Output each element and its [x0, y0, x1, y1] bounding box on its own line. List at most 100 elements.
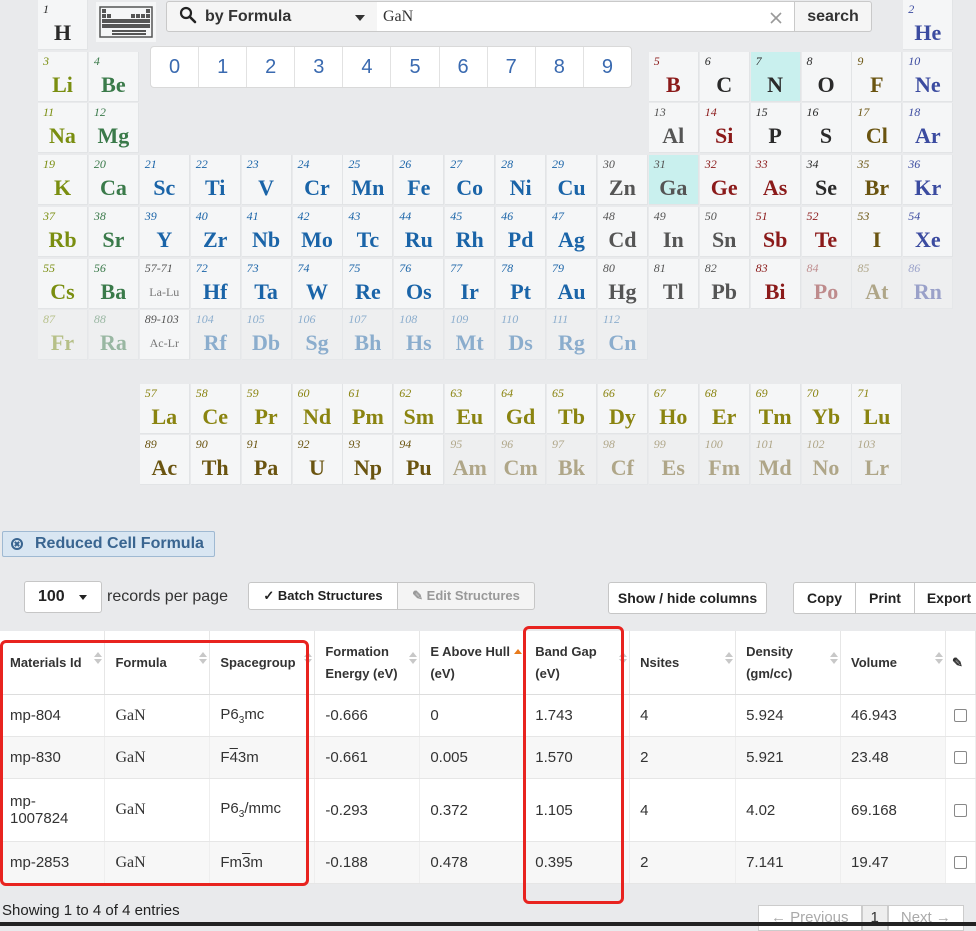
element-os[interactable]: 76 Os — [394, 258, 445, 309]
element-ar[interactable]: 18 Ar — [903, 103, 954, 154]
element-ge[interactable]: 32 Ge — [699, 155, 750, 206]
element-ir[interactable]: 77 Ir — [445, 258, 496, 309]
batch-structures-button[interactable]: ✓ Batch Structures — [248, 582, 398, 610]
show-hide-columns-button[interactable]: Show / hide columns — [608, 582, 767, 614]
cell-materials-id[interactable]: mp-830 — [0, 736, 106, 779]
element-be[interactable]: 4 Be — [88, 51, 139, 102]
element-er[interactable]: 68 Er — [699, 384, 750, 434]
digit-button-3[interactable]: 3 — [295, 47, 344, 87]
element-tc[interactable]: 43 Tc — [343, 206, 394, 257]
element-u[interactable]: 92 U — [292, 435, 343, 485]
previous-page-button[interactable]: ← Previous — [758, 905, 862, 931]
edit-structures-button[interactable]: ✎ Edit Structures — [397, 582, 535, 610]
element-n[interactable]: 7N — [750, 51, 801, 102]
element-rb[interactable]: 37 Rb — [38, 206, 88, 257]
element-sn[interactable]: 50 Sn — [699, 206, 750, 257]
cell-materials-id[interactable]: mp-804 — [0, 694, 106, 737]
row-checkbox[interactable] — [953, 856, 967, 869]
digit-button-1[interactable]: 1 — [199, 47, 248, 87]
element-cd[interactable]: 48 Cd — [597, 206, 648, 257]
table-row[interactable]: mp-2853 GaN Fm3m -0.188 0.478 0.395 2 7.141 19.4… — [0, 841, 976, 884]
element-sg[interactable]: 106 Sg — [292, 310, 343, 361]
element-hs[interactable]: 108 Hs — [394, 310, 445, 361]
print-button[interactable]: Print — [855, 582, 915, 614]
element-c[interactable]: 6C — [699, 51, 750, 102]
element-h[interactable]: 1H — [38, 0, 88, 50]
element-cn[interactable]: 112 Cn — [597, 310, 648, 361]
element-ta[interactable]: 73 Ta — [241, 258, 292, 309]
element-ce[interactable]: 58 Ce — [190, 384, 241, 434]
table-row[interactable]: mp-804 GaN P63mc -0.666 0 1.743 4 5.924 46.943 — [0, 694, 976, 737]
clear-icon[interactable] — [768, 10, 784, 26]
digit-button-7[interactable]: 7 — [488, 47, 536, 87]
element-br[interactable]: 35 Br — [852, 155, 903, 206]
digit-button-6[interactable]: 6 — [440, 47, 488, 87]
element-lu[interactable]: 71 Lu — [852, 384, 903, 434]
table-row[interactable]: mp- 1007824 GaN P63/mmc -0.293 0.372 1.105 4 4.0… — [0, 778, 976, 842]
digit-button-4[interactable]: 4 — [343, 47, 392, 87]
element-hf[interactable]: 72 Hf — [190, 258, 241, 309]
column-header-nsites[interactable]: Nsites — [629, 631, 737, 695]
column-header-spacegroup[interactable]: Spacegroup — [209, 631, 316, 695]
element-p[interactable]: 15 P — [750, 103, 801, 154]
element-ca[interactable]: 20 Ca — [88, 155, 139, 206]
element-pt[interactable]: 78 Pt — [496, 258, 547, 309]
element-cr[interactable]: 24 Cr — [292, 155, 343, 206]
element-co[interactable]: 27 Co — [445, 155, 496, 206]
remove-filter-icon[interactable] — [11, 538, 23, 550]
digit-button-2[interactable]: 2 — [247, 47, 296, 87]
next-page-button[interactable]: Next → — [887, 905, 964, 931]
element-rg[interactable]: 111 Rg — [547, 310, 597, 361]
column-header-band-gap[interactable]: Band Gap (eV) — [524, 631, 631, 695]
element-ag[interactable]: 47 Ag — [547, 206, 597, 257]
search-button[interactable]: search — [794, 1, 872, 32]
element-sc[interactable]: 21 Sc — [139, 155, 190, 206]
element-tl[interactable]: 81 Tl — [648, 258, 699, 309]
element-bk[interactable]: 97 Bk — [547, 435, 597, 485]
element-y[interactable]: 39 Y — [139, 206, 190, 257]
element-ga[interactable]: 31 Ga — [648, 155, 699, 206]
element-rf[interactable]: 104 Rf — [190, 310, 241, 361]
element-am[interactable]: 95 Am — [445, 435, 496, 485]
element-he[interactable]: 2 He — [903, 0, 954, 50]
element-pr[interactable]: 59 Pr — [241, 384, 292, 434]
active-filter-chip[interactable]: Reduced Cell Formula — [2, 531, 215, 557]
element-s[interactable]: 16 S — [801, 103, 852, 154]
column-header-edit[interactable]: ✎ — [945, 631, 976, 695]
element-yb[interactable]: 70 Yb — [801, 384, 852, 434]
element-cs[interactable]: 55 Cs — [38, 258, 88, 309]
row-checkbox[interactable] — [953, 803, 967, 817]
element-la-lu[interactable]: 57-71 La-Lu — [139, 258, 190, 309]
element-sm[interactable]: 62 Sm — [394, 384, 445, 434]
element-la[interactable]: 57 La — [139, 384, 190, 434]
element-mt[interactable]: 109 Mt — [445, 310, 496, 361]
element-nb[interactable]: 41 Nb — [241, 206, 292, 257]
element-rn[interactable]: 86 Rn — [903, 258, 954, 309]
element-mn[interactable]: 25 Mn — [343, 155, 394, 206]
element-in[interactable]: 49 In — [648, 206, 699, 257]
table-row[interactable]: mp-830 GaN F43m -0.661 0.005 1.570 2 5.921 23.48 — [0, 736, 976, 779]
element-ti[interactable]: 22 Ti — [190, 155, 241, 206]
element-fr[interactable]: 87 Fr — [38, 310, 88, 361]
element-kr[interactable]: 36 Kr — [903, 155, 954, 206]
element-cm[interactable]: 96 Cm — [496, 435, 547, 485]
element-k[interactable]: 19 K — [38, 155, 88, 206]
element-ho[interactable]: 67 Ho — [648, 384, 699, 434]
records-per-page-select[interactable]: 100 — [24, 581, 102, 613]
element-b[interactable]: 5B — [648, 51, 699, 102]
element-lr[interactable]: 103 Lr — [852, 435, 903, 485]
column-header-formula[interactable]: Formula — [104, 631, 211, 695]
digit-button-9[interactable]: 9 — [584, 47, 631, 87]
element-ac[interactable]: 89 Ac — [139, 435, 190, 485]
element-mg[interactable]: 12 Mg — [88, 103, 139, 154]
element-md[interactable]: 101 Md — [750, 435, 801, 485]
element-po[interactable]: 84 Po — [801, 258, 852, 309]
element-no[interactable]: 102 No — [801, 435, 852, 485]
element-dy[interactable]: 66 Dy — [597, 384, 648, 434]
element-eu[interactable]: 63 Eu — [445, 384, 496, 434]
element-sb[interactable]: 51 Sb — [750, 206, 801, 257]
row-checkbox[interactable] — [953, 751, 967, 764]
element-i[interactable]: 53 I — [852, 206, 903, 257]
element-cu[interactable]: 29 Cu — [547, 155, 597, 206]
export-button[interactable]: Export — [914, 582, 976, 614]
